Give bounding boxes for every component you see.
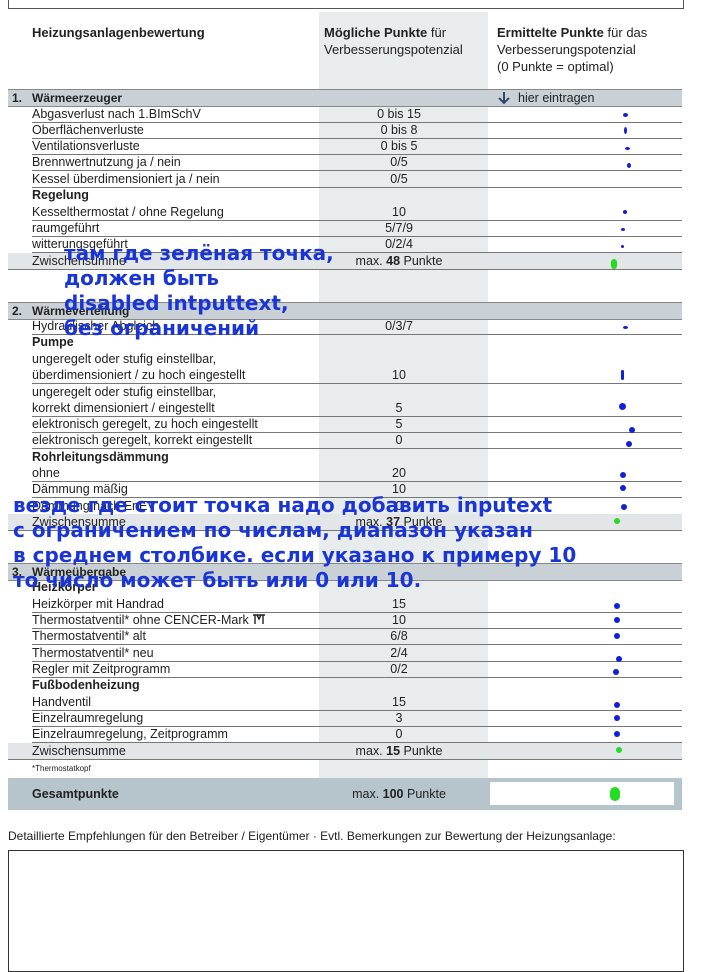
total-points-field[interactable] bbox=[490, 782, 674, 805]
subheading-row: Regelung bbox=[32, 188, 89, 202]
section-number: 1. bbox=[12, 91, 23, 105]
table-row: ungeregelt oder stufig einstellbar, bbox=[32, 385, 217, 399]
table-row: elektronisch geregelt, korrekt eingestel… bbox=[32, 432, 682, 449]
entry-dot[interactable] bbox=[614, 603, 620, 609]
table-row: Ventilationsverluste 0 bis 5 bbox=[32, 138, 682, 155]
recommendation-textarea[interactable] bbox=[8, 850, 684, 972]
subtotal-dot[interactable] bbox=[616, 747, 622, 753]
table-row: elektronisch geregelt, zu hoch eingestel… bbox=[32, 416, 682, 433]
recommendation-label: Detaillierte Empfehlungen für den Betrei… bbox=[8, 829, 616, 843]
table-row: Brennwertnutzung ja / nein 0/5 bbox=[32, 154, 682, 171]
entry-dot[interactable] bbox=[620, 485, 626, 491]
table-row: Einzelraumregelung 3 bbox=[32, 710, 682, 727]
subtotal-dot[interactable] bbox=[611, 259, 617, 269]
entry-dot[interactable] bbox=[629, 427, 635, 433]
subtotal-row: Zwischensumme max. 15 Punkte bbox=[8, 743, 682, 760]
entry-dot[interactable] bbox=[620, 472, 626, 478]
entry-dot[interactable] bbox=[621, 504, 627, 510]
table-row: korrekt dimensioniert / eingestellt 5 bbox=[32, 400, 682, 417]
table-row: Kesselthermostat / ohne Regelung 10 bbox=[32, 204, 682, 221]
subheading-row: Fußbodenheizung bbox=[32, 678, 140, 692]
top-table-border bbox=[8, 0, 684, 9]
total-row: Gesamtpunkte max. 100 Punkte bbox=[8, 778, 682, 810]
entry-dot[interactable] bbox=[626, 441, 632, 447]
entry-dot[interactable] bbox=[627, 163, 631, 168]
header-assessment: Heizungsanlagenbewertung bbox=[32, 25, 205, 40]
entry-dot[interactable] bbox=[621, 228, 625, 231]
entry-dot[interactable] bbox=[619, 403, 626, 410]
table-row: Einzelraumregelung, Zeitprogramm 0 bbox=[32, 726, 682, 743]
table-row: Thermostatventil* ohne CENCER-Mark 10 bbox=[32, 612, 682, 629]
total-dot[interactable] bbox=[610, 787, 620, 801]
table-row: Oberflächenverluste 0 bis 8 bbox=[32, 122, 682, 139]
total-label: Gesamtpunkte bbox=[32, 787, 119, 801]
entry-dot[interactable] bbox=[616, 656, 622, 662]
table-row: ungeregelt oder stufig einstellbar, bbox=[32, 352, 217, 366]
table-row: Regler mit Zeitprogramm 0/2 bbox=[32, 661, 682, 678]
header-possible-points: Mögliche Punkte für Verbesserungspotenzia… bbox=[324, 25, 463, 57]
entry-dot[interactable] bbox=[614, 702, 620, 708]
table-row: Handventil 15 bbox=[32, 694, 682, 711]
table-row: ohne 20 bbox=[32, 465, 682, 482]
cencer-mark-icon bbox=[252, 613, 266, 629]
total-max: max. 100 Punkte bbox=[352, 787, 446, 801]
section-heat-generator: 1. Wärmeerzeuger hier eintragen bbox=[8, 89, 682, 107]
subheading-row: Rohrleitungsdämmung bbox=[32, 450, 169, 464]
entry-dot[interactable] bbox=[623, 210, 627, 214]
entry-dot[interactable] bbox=[614, 617, 620, 623]
entry-dot[interactable] bbox=[614, 731, 620, 737]
entry-dot[interactable] bbox=[614, 715, 620, 721]
entry-dot[interactable] bbox=[625, 147, 630, 150]
entry-dot[interactable] bbox=[613, 669, 619, 675]
table-row: Kessel überdimensioniert ja / nein 0/5 bbox=[32, 171, 682, 188]
annotation-blue-dot: везде где стоит точка надо добавить inpu… bbox=[13, 493, 577, 592]
enter-here-hint: hier eintragen bbox=[518, 91, 595, 105]
table-row: Thermostatventil* neu 2/4 bbox=[32, 645, 682, 662]
table-row: raumgeführt 5/7/9 bbox=[32, 220, 682, 237]
annotation-green-dot: там где зелёная точка, должен быть disab… bbox=[64, 241, 334, 340]
entry-dot[interactable] bbox=[621, 245, 624, 248]
footnote: *Thermostatkopf bbox=[32, 764, 91, 773]
header-determined-points: Ermittelte Punkte für das Verbesserungspo… bbox=[497, 25, 648, 74]
subtotal-dot[interactable] bbox=[614, 518, 620, 524]
section-label: Wärmeerzeuger bbox=[32, 91, 123, 105]
table-row: überdimensioniert / zu hoch eingestellt 1… bbox=[32, 367, 682, 384]
entry-dot[interactable] bbox=[614, 633, 620, 639]
entry-dot[interactable] bbox=[624, 127, 627, 134]
entry-dot[interactable] bbox=[621, 370, 624, 380]
table-row: Heizkörper mit Handrad 15 bbox=[32, 596, 682, 613]
entry-dot[interactable] bbox=[623, 326, 628, 329]
entry-dot[interactable] bbox=[623, 113, 628, 117]
table-row: Abgasverlust nach 1.BImSchV 0 bis 15 bbox=[32, 106, 682, 123]
table-row: Thermostatventil* alt 6/8 bbox=[32, 628, 682, 645]
